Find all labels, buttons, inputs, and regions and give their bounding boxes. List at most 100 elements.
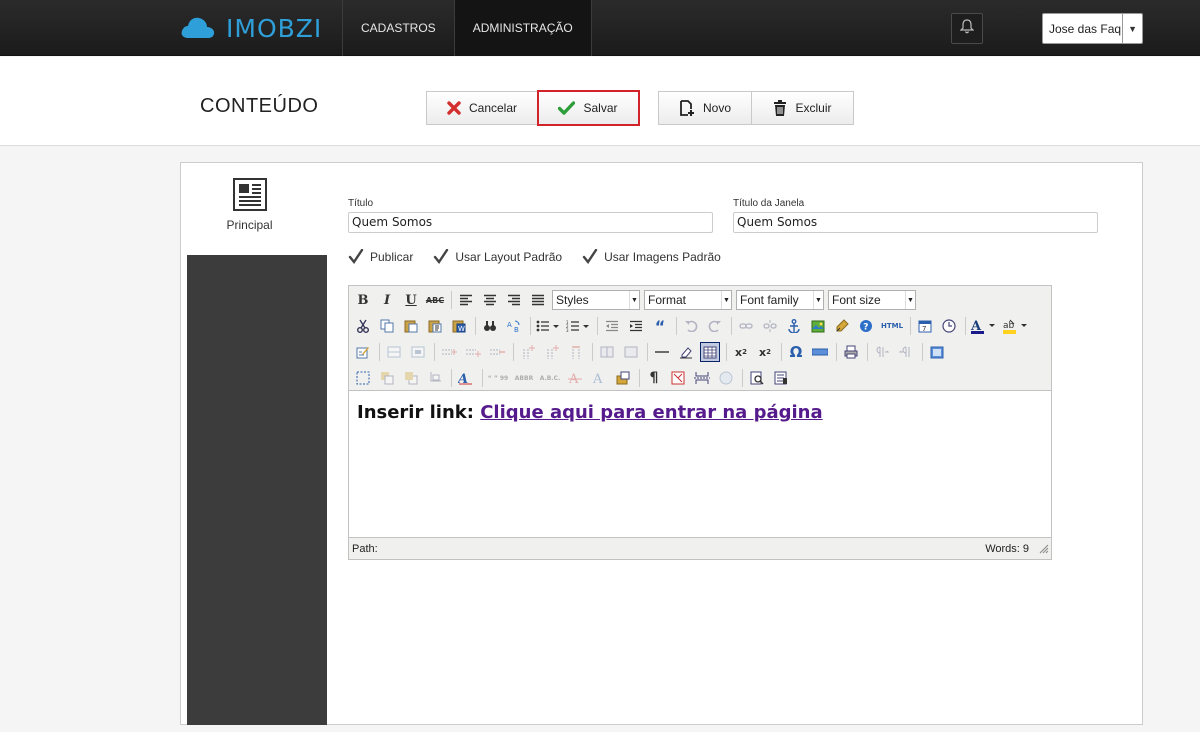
- save-button[interactable]: Salvar: [537, 90, 640, 126]
- find-icon[interactable]: [480, 316, 500, 336]
- cancel-button[interactable]: Cancelar: [426, 91, 538, 125]
- checkmark-icon: [433, 248, 449, 265]
- text-color-icon[interactable]: A: [970, 316, 998, 336]
- delete-col-icon[interactable]: [566, 342, 586, 362]
- template-icon[interactable]: [716, 368, 736, 388]
- horizontal-rule-icon[interactable]: [652, 342, 672, 362]
- delete-button[interactable]: Excluir: [752, 91, 854, 125]
- table-icon[interactable]: [700, 342, 720, 362]
- separator: [867, 343, 868, 361]
- content-link[interactable]: Clique aqui para entrar na página: [480, 402, 822, 423]
- ltr-icon[interactable]: [872, 342, 892, 362]
- background-color-icon[interactable]: ab: [1002, 316, 1030, 336]
- cut-icon[interactable]: [353, 316, 373, 336]
- insert-field-icon[interactable]: [810, 342, 830, 362]
- numbered-list-icon[interactable]: 123: [565, 316, 591, 336]
- non-breaking-icon[interactable]: [668, 368, 688, 388]
- align-right-icon[interactable]: [504, 290, 524, 310]
- link-icon[interactable]: [736, 316, 756, 336]
- superscript-icon[interactable]: x2: [755, 342, 775, 362]
- row-before-icon[interactable]: [439, 342, 459, 362]
- html-code-icon[interactable]: HTML: [880, 316, 904, 336]
- copy-icon[interactable]: [377, 316, 397, 336]
- separator: [530, 317, 531, 335]
- strikethrough-icon[interactable]: ABC: [425, 290, 445, 310]
- paste-text-icon[interactable]: [425, 316, 445, 336]
- anchor-icon[interactable]: [784, 316, 804, 336]
- unlink-icon[interactable]: [760, 316, 780, 336]
- editor-content[interactable]: Inserir link: Clique aqui para entrar na…: [349, 392, 1051, 536]
- col-after-icon[interactable]: [542, 342, 562, 362]
- font-family-select[interactable]: Font family ▼: [736, 290, 824, 310]
- deletion-icon[interactable]: A: [565, 368, 585, 388]
- abbreviation-icon[interactable]: ABBR: [513, 368, 535, 388]
- tab-principal[interactable]: Principal: [181, 163, 327, 255]
- absolute-position-icon[interactable]: [425, 368, 445, 388]
- logo[interactable]: IMOBZI: [180, 14, 322, 43]
- outdent-icon[interactable]: [602, 316, 622, 336]
- bold-icon[interactable]: B: [353, 290, 373, 310]
- visual-aid-icon[interactable]: [353, 368, 373, 388]
- image-icon[interactable]: [808, 316, 828, 336]
- default-images-checkbox[interactable]: Usar Imagens Padrão: [582, 248, 721, 265]
- insert-layer-icon[interactable]: [384, 342, 404, 362]
- insert-time-icon[interactable]: [939, 316, 959, 336]
- redo-icon[interactable]: [705, 316, 725, 336]
- rtl-icon[interactable]: [896, 342, 916, 362]
- title-input[interactable]: Quem Somos: [348, 212, 713, 233]
- page-break-icon[interactable]: [692, 368, 712, 388]
- underline-icon[interactable]: U: [401, 290, 421, 310]
- insert-date-icon[interactable]: 7: [915, 316, 935, 336]
- remove-format-icon[interactable]: [676, 342, 696, 362]
- col-before-icon[interactable]: [518, 342, 538, 362]
- preview-icon[interactable]: [747, 368, 767, 388]
- replace-icon[interactable]: AB: [504, 316, 524, 336]
- source-code-icon[interactable]: [771, 368, 791, 388]
- styles-select[interactable]: Styles ▼: [552, 290, 640, 310]
- default-layout-checkbox[interactable]: Usar Layout Padrão: [433, 248, 562, 265]
- special-char-icon[interactable]: Ω: [786, 342, 806, 362]
- notifications-button[interactable]: [951, 13, 983, 44]
- align-center-icon[interactable]: [480, 290, 500, 310]
- paste-icon[interactable]: [401, 316, 421, 336]
- user-menu[interactable]: Jose das Faq ▼: [1042, 13, 1143, 44]
- move-backward-icon[interactable]: [401, 368, 421, 388]
- blockquote-icon[interactable]: “: [650, 316, 670, 336]
- publish-checkbox[interactable]: Publicar: [348, 248, 413, 265]
- show-blocks-icon[interactable]: ¶: [644, 368, 664, 388]
- edit-css-style-icon[interactable]: [353, 342, 373, 362]
- row-after-icon[interactable]: [463, 342, 483, 362]
- cleanup-icon[interactable]: [832, 316, 852, 336]
- insertion-icon[interactable]: A: [589, 368, 609, 388]
- cite-icon[interactable]: “ ” 99: [487, 368, 509, 388]
- fullscreen-icon[interactable]: [927, 342, 947, 362]
- editor-statusbar: Path: Words: 9: [349, 537, 1051, 559]
- help-icon[interactable]: ?: [856, 316, 876, 336]
- paste-word-icon[interactable]: W: [449, 316, 469, 336]
- move-forward-icon[interactable]: [377, 368, 397, 388]
- split-cells-icon[interactable]: [597, 342, 617, 362]
- align-justify-icon[interactable]: [528, 290, 548, 310]
- bullet-list-icon[interactable]: [535, 316, 561, 336]
- window-title-input[interactable]: Quem Somos: [733, 212, 1098, 233]
- nav-item-cadastros[interactable]: CADASTROS: [342, 0, 454, 56]
- chevron-down-icon[interactable]: ▼: [1122, 14, 1142, 43]
- align-left-icon[interactable]: [456, 290, 476, 310]
- move-layer-icon[interactable]: [408, 342, 428, 362]
- undo-icon[interactable]: [681, 316, 701, 336]
- font-size-select[interactable]: Font size ▼: [828, 290, 916, 310]
- acronym-icon[interactable]: A.B.C.: [539, 368, 561, 388]
- attributes-icon[interactable]: [613, 368, 633, 388]
- italic-icon[interactable]: I: [377, 290, 397, 310]
- indent-icon[interactable]: [626, 316, 646, 336]
- format-select[interactable]: Format ▼: [644, 290, 732, 310]
- new-button[interactable]: Novo: [658, 91, 752, 125]
- print-icon[interactable]: [841, 342, 861, 362]
- delete-row-icon[interactable]: [487, 342, 507, 362]
- style-props-icon[interactable]: A: [456, 368, 476, 388]
- merge-cells-icon[interactable]: [621, 342, 641, 362]
- subscript-icon[interactable]: x2: [731, 342, 751, 362]
- styles-select-label: Styles: [556, 293, 589, 307]
- nav-item-administracao[interactable]: ADMINISTRAÇÃO: [453, 0, 592, 56]
- resize-grip-icon[interactable]: [1039, 544, 1049, 557]
